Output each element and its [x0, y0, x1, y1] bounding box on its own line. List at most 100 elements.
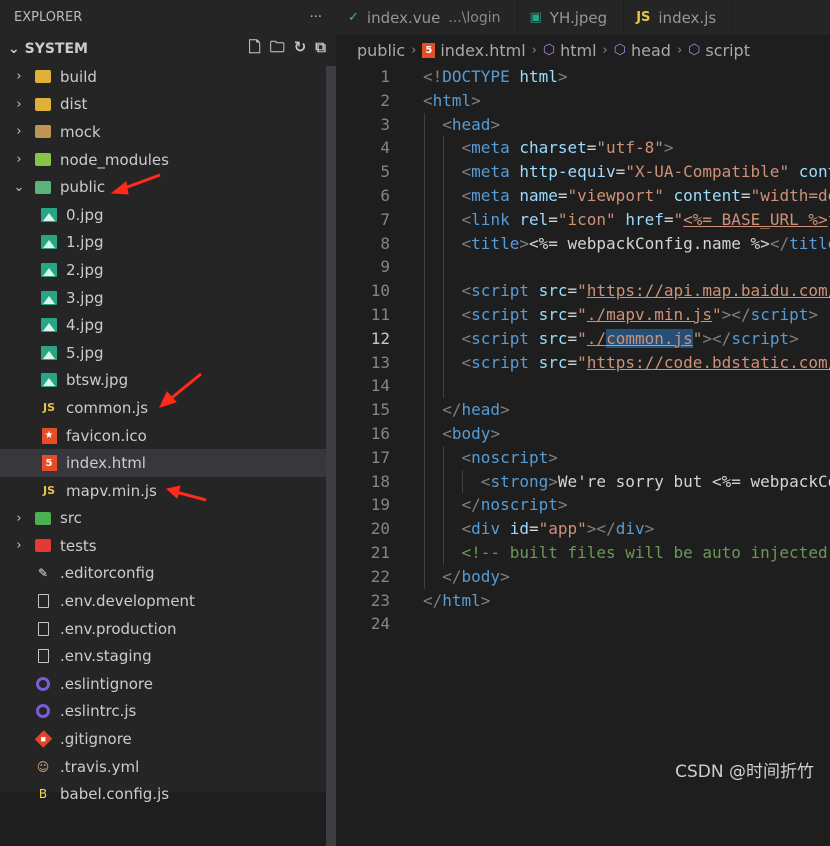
indent-guide [443, 374, 445, 399]
tree-file[interactable]: .eslintrc.js [0, 698, 336, 726]
tree-file[interactable]: .eslintignore [0, 670, 336, 698]
code-editor[interactable]: 1 <!DOCTYPE html> 2 <html> 3 <head> 4 <meta c… [336, 65, 830, 792]
tree-file[interactable]: 3.jpg [0, 284, 336, 312]
tree-file[interactable]: ◆ .gitignore [0, 725, 336, 753]
tree-file[interactable]: ★ favicon.ico [0, 422, 336, 450]
refresh-icon[interactable]: ↻ [294, 38, 307, 56]
code-line[interactable]: 20 <div id="app"></div> [336, 517, 830, 541]
tab-YH-jpeg[interactable]: ▣ YH.jpeg [518, 0, 625, 35]
tree-file[interactable]: 5.jpg [0, 339, 336, 367]
collapse-all-icon[interactable]: ⧉ [315, 38, 326, 56]
code-line[interactable]: 19 </noscript> [336, 493, 830, 518]
tree-folder[interactable]: › mock [0, 118, 336, 146]
tree-file[interactable]: .env.development [0, 587, 336, 615]
code-line[interactable]: 16 <body> [336, 421, 830, 446]
chevron-right-icon[interactable]: › [12, 152, 26, 167]
chevron-right-icon[interactable]: › [12, 97, 26, 112]
tree-file[interactable]: Bbabel.config.js [0, 780, 336, 808]
tree-file[interactable]: 2.jpg [0, 256, 336, 284]
code-line[interactable]: 24 [336, 612, 830, 636]
workspace-section-header[interactable]: ⌄ SYSTEM 🗋 🗀 ↻ ⧉ [0, 35, 336, 63]
star-icon: ★ [40, 427, 58, 445]
code-line[interactable]: 2 <html> [336, 89, 830, 113]
tree-file[interactable]: 1.jpg [0, 229, 336, 257]
tree-folder[interactable]: ⌄ public [0, 173, 336, 201]
code-token: < [461, 281, 472, 301]
line-number: 4 [380, 138, 390, 158]
tree-file[interactable]: 4.jpg [0, 311, 336, 339]
chevron-right-icon[interactable]: › [12, 124, 26, 139]
tree-file[interactable]: .env.staging [0, 642, 336, 670]
code-line[interactable]: 23 </html> [336, 589, 830, 613]
chevron-right-icon[interactable]: › [12, 69, 26, 84]
chevron-down-icon[interactable]: ⌄ [12, 180, 26, 195]
code-token: head [451, 114, 491, 134]
breadcrumb-item[interactable]: head [631, 41, 671, 60]
tree-file[interactable]: ✎ .editorconfig [0, 560, 336, 588]
code-token: = [567, 281, 578, 301]
new-folder-icon[interactable]: 🗀 [270, 37, 285, 62]
tree-folder[interactable]: › tests [0, 532, 336, 560]
tree-item-label: 0.jpg [66, 205, 104, 224]
code-text: <div id="app"></div> [423, 517, 655, 541]
code-token: = [615, 162, 626, 182]
folder-icon [34, 68, 52, 86]
sidebar-scrollbar[interactable] [326, 66, 336, 846]
line-number: 17 [370, 447, 390, 467]
tree-file[interactable]: 0.jpg [0, 201, 336, 229]
line-number: 15 [370, 400, 390, 420]
code-line[interactable]: 13 <script src="https://code.bdstatic.co… [336, 350, 830, 375]
tab-index-js[interactable]: JS index.js [624, 0, 734, 35]
code-line[interactable]: 3 <head> [336, 112, 830, 137]
explorer-header: EXPLORER ··· [0, 0, 336, 35]
tree-folder[interactable]: › node_modules [0, 146, 336, 174]
code-line[interactable]: 15 </head> [336, 398, 830, 422]
code-line[interactable]: 5 <meta http-equiv="X-UA-Compatible" con… [336, 160, 830, 184]
code-token: = [567, 352, 578, 372]
tree-file[interactable]: 5 index.html [0, 449, 336, 477]
tree-folder[interactable]: › build [0, 63, 336, 91]
breadcrumb-item[interactable]: script [705, 41, 750, 60]
code-line[interactable]: 11 <script src="./mapv.min.js"></script> [336, 302, 830, 327]
code-line[interactable]: 12 <script src="./common.js"></script> [336, 326, 830, 351]
chevron-right-icon[interactable]: › [12, 538, 26, 553]
chevron-right-icon[interactable]: › [12, 511, 26, 526]
more-actions-icon[interactable]: ··· [310, 10, 322, 25]
code-text: </head> [423, 398, 509, 422]
code-token: "icon" [557, 209, 616, 229]
code-line[interactable]: 18 <strong>We're sorry but <%= webpackCo [336, 469, 830, 494]
tree-folder[interactable]: › dist [0, 91, 336, 119]
code-line[interactable]: 8 <title><%= webpackConfig.name %></titl… [336, 231, 830, 256]
new-file-icon[interactable]: 🗋 [249, 37, 261, 62]
code-line[interactable]: 14 [336, 374, 830, 399]
code-token: script [471, 304, 529, 324]
code-line[interactable]: 7 <link rel="icon" href="<%= BASE_URL %>… [336, 207, 830, 232]
code-line[interactable]: 1 <!DOCTYPE html> [336, 65, 830, 89]
code-line[interactable]: 21 <!-- built files will be auto injecte… [336, 540, 830, 565]
code-line[interactable]: 9 [336, 255, 830, 280]
breadcrumb-item[interactable]: index.html [440, 41, 525, 60]
code-text: </noscript> [423, 493, 568, 517]
breadcrumb-item[interactable]: html [560, 41, 596, 60]
code-token: https://code.bdstatic.com/ [586, 352, 830, 372]
tree-file[interactable]: ☺ .travis.yml [0, 753, 336, 781]
tree-folder[interactable]: › src [0, 505, 336, 533]
code-token: " [577, 281, 587, 301]
code-line[interactable]: 17 <noscript> [336, 445, 830, 470]
code-line[interactable]: 6 <meta name="viewport" content="width=d… [336, 183, 830, 208]
breadcrumb-item[interactable]: public [357, 41, 405, 60]
tab-index-vue[interactable]: ✓ index.vue ...\login [336, 0, 518, 35]
code-line[interactable]: 10 <script src="https://api.map.baidu.co… [336, 279, 830, 303]
tree-file[interactable]: .env.production [0, 615, 336, 643]
editorconfig-icon: ✎ [37, 566, 49, 581]
line-number: 19 [370, 495, 390, 515]
code-line[interactable]: 4 <meta charset="utf-8"> [336, 136, 830, 161]
eslint-icon [34, 702, 52, 720]
code-line[interactable]: 22 </body> [336, 564, 830, 589]
